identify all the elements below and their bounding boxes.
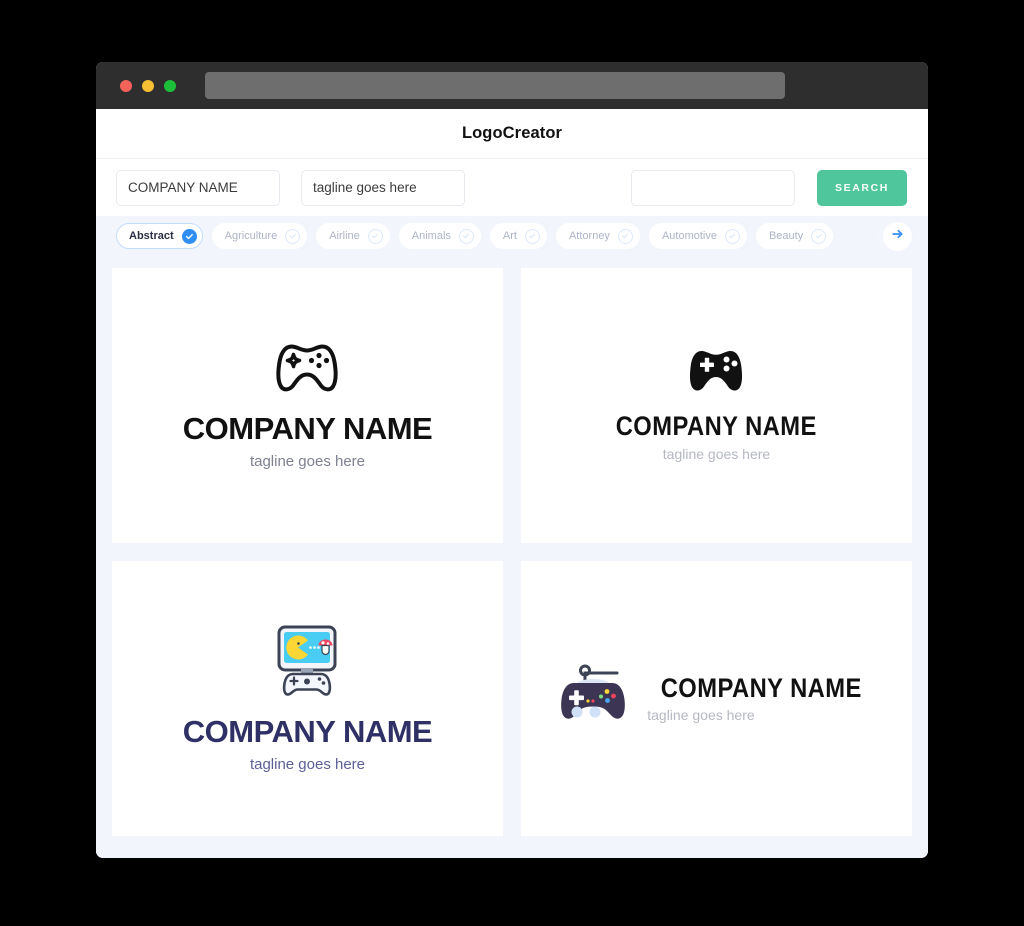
chip-agriculture[interactable]: Agriculture <box>211 223 308 249</box>
chip-label: Abstract <box>129 230 174 242</box>
logo-results: COMPANY NAME tagline goes here COMPANY N… <box>96 256 928 858</box>
categories-next-button[interactable] <box>883 221 912 251</box>
logo-tagline: tagline goes here <box>249 755 366 773</box>
chip-label: Art <box>502 230 517 242</box>
logo-tagline: tagline goes here <box>662 445 771 462</box>
chip-label: Automotive <box>661 230 717 242</box>
tagline-input[interactable]: tagline goes here <box>301 169 465 206</box>
app-header: LogoCreator <box>96 109 928 159</box>
search-toolbar: COMPANY NAME tagline goes here SEARCH <box>96 159 928 216</box>
logo-company-name: COMPANY NAME <box>182 714 433 750</box>
browser-window: LogoCreator COMPANY NAME tagline goes he… <box>96 62 928 858</box>
chip-beauty[interactable]: Beauty <box>755 223 834 249</box>
chip-label: Airline <box>329 230 360 242</box>
company-name-input[interactable]: COMPANY NAME <box>116 169 280 206</box>
logo-card[interactable]: COMPANY NAME tagline goes here <box>112 561 503 836</box>
chip-art[interactable]: Art <box>489 223 547 249</box>
check-circle-icon <box>285 228 301 244</box>
search-button[interactable]: SEARCH <box>817 169 907 206</box>
keyword-input[interactable] <box>631 169 795 206</box>
gamepad-outline-icon <box>274 341 340 398</box>
logo-card[interactable]: COMPANY NAME tagline goes here <box>521 561 912 836</box>
chip-airline[interactable]: Airline <box>316 223 390 249</box>
chip-label: Animals <box>411 230 451 242</box>
gamepad-antenna-icon <box>557 663 629 734</box>
check-circle-icon <box>367 228 383 244</box>
logo-card[interactable]: COMPANY NAME tagline goes here <box>112 268 503 543</box>
check-circle-icon <box>458 228 474 244</box>
chip-label: Beauty <box>768 230 804 242</box>
chip-animals[interactable]: Animals <box>398 223 481 249</box>
chip-abstract[interactable]: Abstract <box>116 223 203 249</box>
logo-card[interactable]: COMPANY NAME tagline goes here <box>521 268 912 543</box>
arcade-screen-gamepad-icon <box>268 624 346 701</box>
logo-company-name: COMPANY NAME <box>182 411 433 447</box>
logo-company-name: COMPANY NAME <box>660 672 863 703</box>
chip-label: Attorney <box>568 230 610 242</box>
check-circle-icon <box>617 228 633 244</box>
check-circle-icon <box>811 228 827 244</box>
logo-tagline: tagline goes here <box>249 452 366 470</box>
chip-label: Agriculture <box>224 230 278 242</box>
check-circle-icon <box>724 228 740 244</box>
url-input[interactable] <box>205 72 785 99</box>
close-button[interactable] <box>120 79 132 92</box>
window-controls <box>120 79 176 92</box>
arrow-right-icon <box>891 227 905 246</box>
browser-titlebar <box>96 62 928 109</box>
logo-tagline: tagline goes here <box>647 707 755 724</box>
maximize-button[interactable] <box>164 79 176 92</box>
brand-title: LogoCreator <box>461 124 563 142</box>
chip-automotive[interactable]: Automotive <box>648 223 747 249</box>
check-circle-icon <box>181 228 197 244</box>
minimize-button[interactable] <box>142 79 154 92</box>
category-filter-bar: Abstract Agriculture Airline Animals Art <box>96 216 928 256</box>
check-circle-icon <box>524 228 540 244</box>
gamepad-solid-icon <box>687 349 745 400</box>
logo-company-name: COMPANY NAME <box>615 411 818 442</box>
chip-attorney[interactable]: Attorney <box>555 223 640 249</box>
